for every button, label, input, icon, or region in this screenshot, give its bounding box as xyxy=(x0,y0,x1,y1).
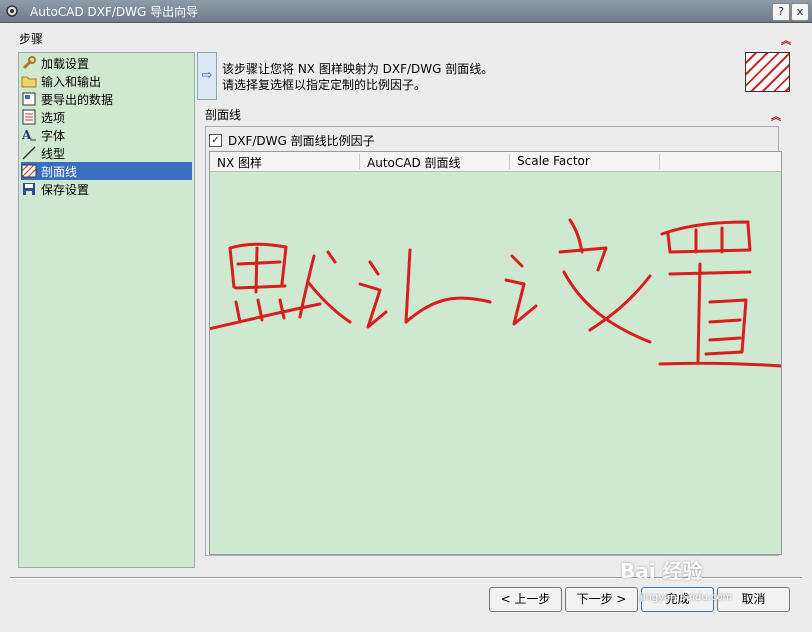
hatch-icon xyxy=(21,163,37,179)
step-description: 该步骤让您将 NX 图样映射为 DXF/DWG 剖面线。 请选择复选框以指定定制… xyxy=(222,62,494,92)
handwritten-annotation xyxy=(210,218,781,368)
column-nx-pattern[interactable]: NX 图样 xyxy=(210,154,360,170)
step-fonts[interactable]: A 字体 xyxy=(21,126,192,144)
table-header: NX 图样 AutoCAD 剖面线 Scale Factor xyxy=(210,152,781,172)
collapse-steps-icon[interactable]: ︽ xyxy=(779,32,793,47)
step-hatching[interactable]: 剖面线 xyxy=(21,162,192,180)
next-button[interactable]: 下一步 > xyxy=(565,587,638,612)
step-content-panel: ⇨ 该步骤让您将 NX 图样映射为 DXF/DWG 剖面线。 请选择复选框以指定… xyxy=(197,52,790,568)
step-data-to-export[interactable]: 要导出的数据 xyxy=(21,90,192,108)
save-icon xyxy=(21,181,37,197)
info-arrow-icon: ⇨ xyxy=(197,52,217,100)
help-button[interactable]: ? xyxy=(772,3,790,21)
hatch-mapping-table: NX 图样 AutoCAD 剖面线 Scale Factor xyxy=(209,151,782,555)
wrench-icon xyxy=(21,55,37,71)
column-autocad-hatch[interactable]: AutoCAD 剖面线 xyxy=(360,154,510,170)
scale-factor-option[interactable]: ✓ DXF/DWG 剖面线比例因子 xyxy=(209,132,375,149)
watermark-logo: Bai 经验 xyxy=(620,559,703,583)
step-save-settings[interactable]: 保存设置 xyxy=(21,180,192,198)
title-bar: AutoCAD DXF/DWG 导出向导 ? x xyxy=(0,0,812,23)
collapse-hatch-icon[interactable]: ︽ xyxy=(769,108,783,123)
scale-factor-checkbox[interactable]: ✓ xyxy=(209,134,222,147)
scale-factor-label: DXF/DWG 剖面线比例因子 xyxy=(228,134,375,148)
steps-section-label: 步骤 xyxy=(19,32,44,46)
step-linetypes[interactable]: 线型 xyxy=(21,144,192,162)
hatch-section-label: 剖面线 xyxy=(205,108,242,122)
data-icon xyxy=(21,91,37,107)
watermark-url: jingyan.baidu.com xyxy=(640,592,733,603)
column-scale-factor[interactable]: Scale Factor xyxy=(510,154,660,169)
window-title: AutoCAD DXF/DWG 导出向导 xyxy=(30,5,199,19)
hatch-preview xyxy=(745,52,790,92)
steps-list: 加载设置 输入和输出 要导出的数据 选项 A 字体 线型 剖面线 保存设置 xyxy=(18,52,195,568)
checklist-icon xyxy=(21,109,37,125)
step-load-settings[interactable]: 加载设置 xyxy=(21,54,192,72)
step-options[interactable]: 选项 xyxy=(21,108,192,126)
line-icon xyxy=(21,145,37,161)
back-button[interactable]: < 上一步 xyxy=(489,587,562,612)
font-icon: A xyxy=(21,127,37,143)
folder-icon xyxy=(21,73,37,89)
hatch-group: ✓ DXF/DWG 剖面线比例因子 NX 图样 AutoCAD 剖面线 Scal… xyxy=(205,126,782,556)
gear-icon xyxy=(6,5,18,17)
close-button[interactable]: x xyxy=(791,3,809,21)
step-input-output[interactable]: 输入和输出 xyxy=(21,72,192,90)
